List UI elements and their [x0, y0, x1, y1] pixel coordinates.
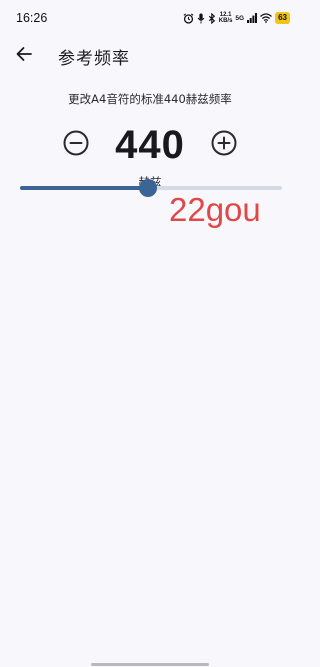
- home-indicator[interactable]: [91, 663, 209, 666]
- frequency-value: 440: [115, 122, 185, 167]
- arrow-left-icon: [16, 46, 32, 66]
- net-speed: 12.1 KB/s: [219, 12, 233, 24]
- battery-icon: 63: [275, 12, 290, 24]
- alarm-icon: [183, 12, 194, 24]
- screen: 16:26 12.1 KB/s 5G 63 参考频率 更改A4音符的标准440赫…: [0, 0, 300, 667]
- status-bar: 16:26 12.1 KB/s 5G 63: [0, 0, 300, 36]
- slider-active-track: [20, 186, 148, 190]
- signal-icon: [247, 13, 258, 23]
- minus-circle-icon: [63, 130, 89, 160]
- network-indicator: 5G: [235, 15, 244, 22]
- mic-icon: [197, 12, 205, 24]
- network-type: 5G: [235, 14, 245, 22]
- status-icons: 12.1 KB/s 5G 63: [183, 12, 290, 24]
- plus-circle-icon: [211, 130, 237, 160]
- slider-thumb[interactable]: [139, 179, 157, 197]
- back-button[interactable]: [4, 36, 44, 76]
- status-time: 16:26: [16, 11, 48, 25]
- frequency-control: 440: [0, 118, 300, 172]
- watermark-text: 22gou: [169, 191, 261, 228]
- decrease-button[interactable]: [61, 130, 91, 160]
- bluetooth-icon: [208, 12, 216, 24]
- wifi-icon: [260, 13, 273, 23]
- increase-button[interactable]: [209, 130, 239, 160]
- app-bar: 参考频率: [0, 36, 300, 76]
- net-speed-unit: KB/s: [218, 18, 233, 24]
- description-text: 更改A4音符的标准440赫兹频率: [68, 92, 232, 106]
- page-title: 参考频率: [58, 48, 130, 69]
